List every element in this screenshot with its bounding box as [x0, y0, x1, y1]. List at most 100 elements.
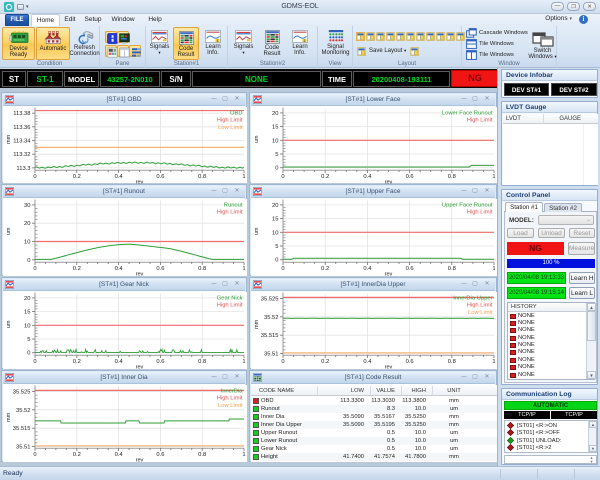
svg-text:0: 0 — [281, 359, 284, 365]
svg-text:10: 10 — [272, 230, 278, 236]
svg-text:35.51: 35.51 — [16, 445, 31, 451]
svg-text:mm: mm — [6, 134, 12, 144]
svg-text:0.4: 0.4 — [363, 359, 372, 365]
svg-text:Upper Face Runout: Upper Face Runout — [442, 203, 493, 209]
svg-text:1: 1 — [242, 452, 245, 458]
svg-text:1: 1 — [304, 39, 306, 43]
svg-text:0.8: 0.8 — [198, 359, 206, 365]
svg-text:High Limit: High Limit — [467, 118, 493, 124]
svg-text:35.515: 35.515 — [13, 426, 31, 432]
svg-text:0: 0 — [275, 166, 278, 172]
svg-text:High Limit: High Limit — [467, 303, 493, 309]
svg-text:1: 1 — [492, 174, 495, 180]
svg-text:1: 1 — [217, 39, 219, 43]
svg-text:5: 5 — [275, 152, 278, 158]
svg-text:35.525: 35.525 — [13, 389, 31, 395]
svg-text:0.6: 0.6 — [156, 266, 164, 272]
svg-text:0: 0 — [275, 258, 278, 264]
svg-text:InnerDia Upper: InnerDia Upper — [453, 296, 492, 302]
svg-text:0: 0 — [27, 258, 30, 264]
svg-text:Runout: Runout — [224, 203, 243, 209]
svg-text:0.8: 0.8 — [198, 174, 206, 180]
svg-text:um: um — [254, 135, 260, 143]
svg-text:0: 0 — [33, 452, 36, 458]
svg-text:OBD: OBD — [230, 111, 243, 117]
svg-text:InnerDia: InnerDia — [221, 389, 244, 395]
svg-text:High Limit: High Limit — [217, 303, 243, 309]
svg-text:0.6: 0.6 — [406, 174, 414, 180]
svg-text:20: 20 — [272, 111, 278, 117]
svg-text:0.6: 0.6 — [156, 174, 164, 180]
svg-text:0: 0 — [33, 174, 36, 180]
svg-text:0.2: 0.2 — [73, 266, 81, 272]
svg-text:1: 1 — [242, 174, 245, 180]
svg-text:35.52: 35.52 — [16, 408, 31, 414]
svg-text:rev: rev — [385, 272, 393, 276]
svg-text:35.51: 35.51 — [264, 352, 279, 358]
svg-text:0.8: 0.8 — [448, 266, 456, 272]
svg-text:Gear Nick: Gear Nick — [217, 296, 243, 302]
svg-text:5: 5 — [275, 244, 278, 250]
svg-text:Low Limit: Low Limit — [218, 125, 243, 131]
svg-text:0.4: 0.4 — [363, 174, 372, 180]
svg-text:113.34: 113.34 — [13, 139, 31, 145]
svg-text:0.6: 0.6 — [406, 266, 414, 272]
svg-text:High Limit: High Limit — [467, 210, 493, 216]
svg-text:113.38: 113.38 — [13, 111, 30, 117]
svg-text:0.8: 0.8 — [448, 174, 456, 180]
svg-text:20: 20 — [24, 296, 30, 302]
svg-text:0.6: 0.6 — [156, 359, 164, 365]
svg-text:15: 15 — [272, 125, 278, 131]
svg-text:0.8: 0.8 — [448, 359, 456, 365]
svg-text:5: 5 — [27, 337, 30, 343]
svg-text:0.2: 0.2 — [321, 266, 329, 272]
svg-text:1: 1 — [492, 266, 495, 272]
svg-text:High Limit: High Limit — [217, 118, 243, 124]
svg-text:113.3: 113.3 — [16, 166, 30, 172]
svg-text:0.2: 0.2 — [73, 359, 81, 365]
svg-text:0.6: 0.6 — [156, 452, 164, 458]
svg-text:High Limit: High Limit — [217, 210, 243, 216]
svg-text:0.2: 0.2 — [321, 174, 329, 180]
svg-text:0.4: 0.4 — [115, 452, 124, 458]
svg-text:0.2: 0.2 — [73, 174, 81, 180]
svg-text:0.2: 0.2 — [73, 452, 81, 458]
svg-text:um: um — [6, 227, 12, 235]
svg-text:Low Limit: Low Limit — [218, 403, 243, 409]
svg-text:10: 10 — [24, 323, 30, 329]
svg-text:10: 10 — [24, 240, 30, 246]
svg-text:rev: rev — [136, 458, 144, 462]
svg-text:10: 10 — [272, 138, 278, 144]
svg-text:Lower Face Runout: Lower Face Runout — [442, 111, 493, 117]
svg-text:15: 15 — [24, 310, 30, 316]
svg-text:15: 15 — [272, 217, 278, 223]
svg-text:mm: mm — [6, 412, 12, 422]
svg-text:0.6: 0.6 — [406, 359, 414, 365]
svg-text:0.8: 0.8 — [198, 452, 206, 458]
svg-text:1: 1 — [242, 359, 245, 365]
svg-text:35.525: 35.525 — [261, 296, 279, 302]
svg-text:mm: mm — [254, 319, 260, 329]
svg-text:113.36: 113.36 — [13, 125, 30, 131]
svg-text:0.2: 0.2 — [321, 359, 329, 365]
svg-text:0: 0 — [281, 266, 284, 272]
svg-text:0: 0 — [33, 359, 36, 365]
svg-text:rev: rev — [385, 365, 393, 369]
svg-text:High Limit: High Limit — [217, 396, 243, 402]
svg-text:0.4: 0.4 — [115, 359, 124, 365]
svg-text:rev: rev — [136, 365, 144, 369]
svg-text:113.32: 113.32 — [13, 152, 30, 158]
svg-text:0.8: 0.8 — [198, 266, 206, 272]
svg-text:Low Limit: Low Limit — [468, 310, 493, 316]
svg-text:35.515: 35.515 — [261, 333, 279, 339]
svg-text:um: um — [6, 320, 12, 328]
svg-text:0: 0 — [33, 266, 36, 272]
svg-text:35.52: 35.52 — [264, 315, 279, 321]
svg-text:1: 1 — [242, 266, 245, 272]
svg-text:0: 0 — [281, 174, 284, 180]
svg-text:0.4: 0.4 — [115, 174, 124, 180]
svg-text:20: 20 — [24, 221, 30, 227]
svg-text:rev: rev — [136, 272, 144, 276]
svg-text:20: 20 — [272, 203, 278, 209]
svg-text:0.4: 0.4 — [115, 266, 124, 272]
